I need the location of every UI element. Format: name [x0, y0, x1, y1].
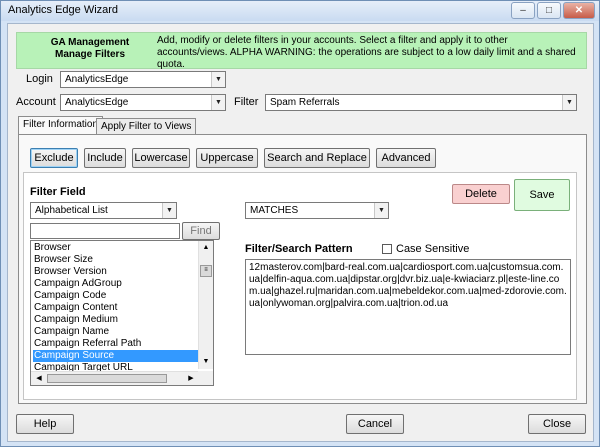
title-bar[interactable]: Analytics Edge Wizard – □ ✕	[1, 1, 599, 21]
list-item-selected[interactable]: Campaign Source	[33, 350, 200, 362]
chevron-down-icon: ▼	[211, 95, 225, 110]
list-vertical-scrollbar[interactable]: ▲ ≡ ▼	[198, 241, 213, 369]
delete-button[interactable]: Delete	[452, 184, 510, 204]
match-type-select[interactable]: MATCHES ▼	[245, 202, 389, 219]
maximize-button[interactable]: □	[537, 2, 561, 19]
scroll-thumb[interactable]: ≡	[200, 265, 212, 277]
wizard-window: Analytics Edge Wizard – □ ✕ GA Managemen…	[0, 0, 600, 447]
account-value: AnalyticsEdge	[65, 97, 129, 108]
list-type-value: Alphabetical List	[35, 205, 108, 216]
scroll-up-icon[interactable]: ▲	[200, 242, 212, 254]
save-button[interactable]: Save	[514, 179, 570, 211]
case-sensitive-checkbox[interactable]	[382, 244, 392, 254]
banner-title-line2: Manage Filters	[54, 49, 126, 60]
exclude-button[interactable]: Exclude	[30, 148, 78, 168]
scroll-left-icon[interactable]: ◀	[33, 373, 45, 384]
list-item[interactable]: Campaign Code	[33, 290, 200, 302]
close-window-button[interactable]: ✕	[563, 2, 595, 19]
banner-title-line1: GA Management	[50, 37, 130, 48]
search-and-replace-button[interactable]: Search and Replace	[264, 148, 370, 168]
filter-select[interactable]: Spam Referrals ▼	[265, 94, 577, 111]
banner-description: Add, modify or delete filters in your ac…	[157, 35, 576, 70]
account-select[interactable]: AnalyticsEdge ▼	[60, 94, 226, 111]
filter-field-list[interactable]: Browser Browser Size Browser Version Cam…	[30, 240, 214, 386]
case-sensitive-label: Case Sensitive	[396, 243, 470, 255]
scroll-right-icon[interactable]: ▶	[185, 373, 197, 384]
login-select[interactable]: AnalyticsEdge ▼	[60, 71, 226, 88]
scroll-corner	[198, 371, 213, 385]
window-title: Analytics Edge Wizard	[8, 4, 119, 16]
minimize-button[interactable]: –	[511, 2, 535, 19]
list-horizontal-scrollbar[interactable]: ◀ ▶	[31, 371, 199, 385]
scroll-down-icon[interactable]: ▼	[200, 356, 212, 368]
list-item[interactable]: Campaign AdGroup	[33, 278, 200, 290]
list-item[interactable]: Campaign Medium	[33, 314, 200, 326]
account-label: Account	[16, 96, 56, 108]
pattern-textarea[interactable]: 12masterov.com|bard-real.com.ua|cardiosp…	[245, 259, 571, 355]
list-item[interactable]: Browser Size	[33, 254, 200, 266]
filter-field-label: Filter Field	[30, 186, 86, 198]
chevron-down-icon: ▼	[374, 203, 388, 218]
list-item[interactable]: Campaign Name	[33, 326, 200, 338]
close-button[interactable]: Close	[528, 414, 586, 434]
horizontal-scroll-thumb[interactable]	[47, 374, 167, 383]
list-item[interactable]: Browser	[33, 242, 200, 254]
include-button[interactable]: Include	[84, 148, 126, 168]
filter-value: Spam Referrals	[270, 97, 340, 108]
header-banner: GA Management Manage Filters Add, modify…	[16, 32, 587, 70]
advanced-button[interactable]: Advanced	[376, 148, 436, 168]
chevron-down-icon: ▼	[562, 95, 576, 110]
tab-apply-filter-to-views[interactable]: Apply Filter to Views	[96, 118, 197, 135]
tab-filter-information[interactable]: Filter Information	[18, 116, 104, 135]
chevron-down-icon: ▼	[162, 203, 176, 218]
list-item[interactable]: Campaign Content	[33, 302, 200, 314]
cancel-button[interactable]: Cancel	[346, 414, 404, 434]
filter-label: Filter	[234, 96, 259, 108]
lowercase-button[interactable]: Lowercase	[132, 148, 190, 168]
help-button[interactable]: Help	[16, 414, 74, 434]
find-button[interactable]: Find	[182, 222, 220, 240]
field-search-input[interactable]	[30, 223, 180, 239]
list-type-select[interactable]: Alphabetical List ▼	[30, 202, 177, 219]
list-item[interactable]: Campaign Referral Path	[33, 338, 200, 350]
banner-title: GA Management Manage Filters	[35, 37, 145, 61]
pattern-label: Filter/Search Pattern	[245, 243, 353, 255]
login-value: AnalyticsEdge	[65, 74, 129, 85]
match-type-value: MATCHES	[250, 205, 299, 216]
list-item[interactable]: Browser Version	[33, 266, 200, 278]
chevron-down-icon: ▼	[211, 72, 225, 87]
login-label: Login	[26, 73, 53, 85]
client-area: GA Management Manage Filters Add, modify…	[7, 23, 594, 442]
uppercase-button[interactable]: Uppercase	[196, 148, 258, 168]
